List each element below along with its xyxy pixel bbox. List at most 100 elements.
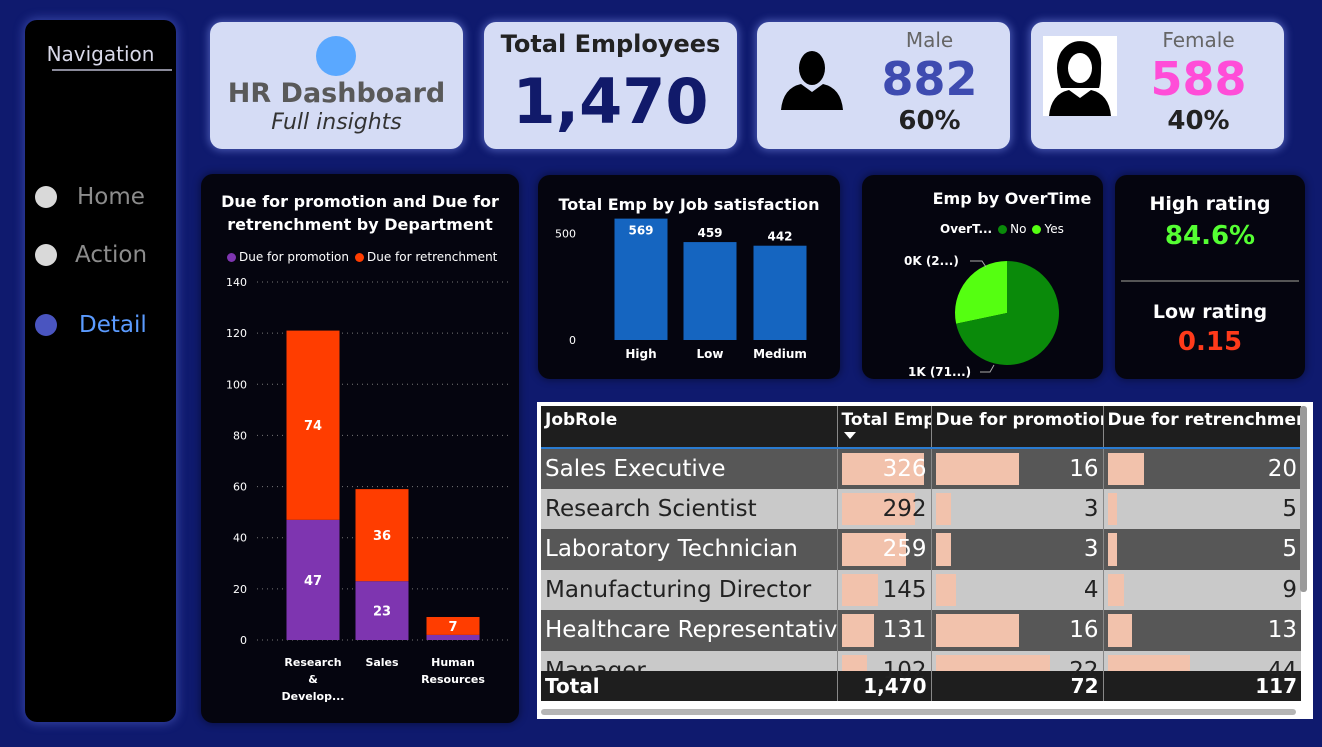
female-percent: 40%	[1167, 106, 1230, 136]
cell-value: 292	[882, 495, 927, 522]
jobrole-cell: Laboratory Technician	[541, 529, 838, 570]
nav-item-detail[interactable]: Detail	[35, 310, 147, 340]
low-rating-value: 0.15	[1177, 327, 1243, 357]
col-header-jobrole[interactable]: JobRole	[541, 406, 838, 449]
jobrole-cell: Sales Executive	[541, 448, 838, 489]
nav-dot-icon	[35, 314, 57, 336]
promotion-cell: 16	[931, 610, 1104, 651]
nav-item-label: Action	[75, 242, 148, 268]
nav-title: Navigation	[46, 42, 155, 66]
cell-value: 5	[1282, 536, 1297, 563]
retrenchment-cell: 13	[1103, 610, 1301, 651]
y-tick-label: 60	[233, 481, 247, 494]
table-row[interactable]: Laboratory Technician 259 3 5	[541, 529, 1301, 570]
x-tick-label: Medium	[753, 347, 807, 361]
jobrole-table-panel: JobRole Total Emp Due for promotion Due …	[537, 402, 1313, 719]
total-emp-cell: 326	[837, 448, 932, 489]
x-tick-label: Low	[697, 347, 724, 361]
col-header-retrenchment[interactable]: Due for retrenchment	[1103, 406, 1301, 449]
retrenchment-cell: 20	[1103, 448, 1301, 489]
x-tick-label: Develop...	[282, 690, 345, 703]
bar-data-label: 569	[628, 224, 653, 238]
jobrole-table-viewport[interactable]: JobRole Total Emp Due for promotion Due …	[541, 406, 1301, 712]
female-person-icon	[1043, 36, 1117, 116]
y-tick-label: 140	[226, 276, 247, 289]
job-satisfaction-bar[interactable]	[753, 245, 807, 340]
x-tick-label: Human	[431, 656, 475, 669]
total-employees-card: Total Employees 1,470	[484, 22, 737, 149]
total-emp-cell: 145	[837, 569, 932, 610]
male-label: Male	[905, 28, 954, 52]
table-row[interactable]: Sales Executive 326 16 20	[541, 448, 1301, 489]
y-tick-label: 40	[233, 532, 247, 545]
total-emp-cell: 259	[837, 529, 932, 570]
table-row[interactable]: Manufacturing Director 145 4 9	[541, 569, 1301, 610]
data-bar	[1107, 453, 1145, 485]
nav-item-home[interactable]: Home	[35, 182, 145, 212]
sort-down-icon[interactable]	[843, 432, 856, 439]
table-row[interactable]: Research Scientist 292 3 5	[541, 488, 1301, 529]
y-tick-label: 100	[226, 378, 247, 391]
data-bar	[841, 573, 878, 606]
cell-value: 259	[882, 536, 927, 563]
x-tick-label: &	[308, 673, 318, 686]
total-emp-cell: 131	[837, 610, 932, 651]
data-bar	[1107, 573, 1124, 606]
bar-data-label: 23	[373, 605, 391, 620]
y-tick-label: 0	[569, 334, 576, 347]
pie-label-small: 0K (2...)	[904, 254, 959, 268]
department-chart: 140 120 100 80 60 40 20 0 47 74 Research & Develop..…	[226, 276, 509, 703]
data-bar	[1107, 492, 1117, 525]
vertical-scrollbar[interactable]	[1300, 406, 1307, 592]
male-percent: 60%	[898, 106, 961, 136]
table-row[interactable]: Healthcare Representative 131 16 13	[541, 610, 1301, 651]
bar-data-label: 74	[304, 419, 322, 434]
retrenchment-cell: 5	[1103, 529, 1301, 570]
navigation-panel: Navigation Home Action Detail	[25, 20, 176, 722]
bar-data-label: 36	[373, 529, 391, 544]
retrenchment-cell: 5	[1103, 488, 1301, 529]
pie-label-large: 1K (71...)	[908, 365, 971, 379]
cell-value: 145	[882, 576, 927, 603]
rating-panel: High rating 84.6% Low rating 0.15	[1115, 175, 1305, 379]
jobrole-cell: Research Scientist	[541, 488, 838, 529]
cell-value: 5	[1282, 495, 1297, 522]
promotion-bar[interactable]	[426, 634, 480, 640]
overtime-yes-slice[interactable]	[955, 261, 1007, 324]
high-rating-label: High rating	[1149, 193, 1271, 215]
dashboard-title: HR Dashboard	[227, 78, 446, 109]
col-header-promotion[interactable]: Due for promotion	[931, 406, 1104, 449]
x-tick-label: Research	[284, 656, 341, 669]
total-employees-value: 1,470	[512, 65, 709, 138]
nav-divider	[52, 69, 172, 71]
nav-item-label: Home	[77, 184, 145, 210]
data-bar	[935, 573, 957, 606]
y-tick-label: 0	[240, 634, 247, 647]
cell-value: 13	[1267, 617, 1297, 644]
job-satisfaction-chart: 500 0 569 High 459 Low 442 Medium	[555, 218, 807, 361]
cell-value: 326	[882, 455, 927, 482]
data-bar	[1107, 533, 1117, 566]
female-label: Female	[1162, 28, 1235, 52]
dashboard-subtitle: Full insights	[271, 110, 402, 135]
jobrole-cell: Manufacturing Director	[541, 569, 838, 610]
low-rating-label: Low rating	[1152, 301, 1268, 323]
data-bar	[841, 614, 875, 647]
nav-item-action[interactable]: Action	[35, 240, 147, 270]
cell-value: 102	[882, 657, 927, 684]
y-tick-label: 120	[226, 327, 247, 340]
bar-data-label: 7	[448, 620, 457, 635]
leader-line	[980, 364, 995, 373]
horizontal-scrollbar[interactable]	[541, 709, 1296, 715]
male-person-icon	[781, 51, 843, 110]
male-card: Male 882 60%	[757, 22, 1010, 149]
cell-value: 3	[1083, 495, 1099, 522]
job-satisfaction-panel: Total Emp by Job satisfaction 500 0 569 Hig…	[538, 175, 840, 379]
x-tick-label: Sales	[365, 656, 399, 669]
data-bar	[935, 492, 952, 525]
job-satisfaction-bar[interactable]	[683, 242, 737, 340]
col-header-total-emp[interactable]: Total Emp	[837, 406, 932, 449]
high-rating-value: 84.6%	[1164, 221, 1256, 251]
promotion-cell: 4	[931, 569, 1104, 610]
y-tick-label: 500	[555, 227, 576, 240]
